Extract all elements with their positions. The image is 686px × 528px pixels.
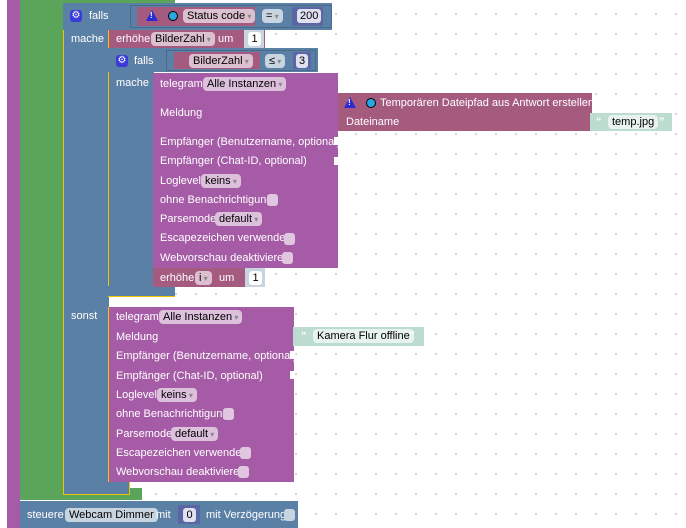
mache-label: mache [116, 77, 150, 89]
variable-dropdown[interactable]: BilderZahl [189, 54, 253, 68]
quote-close-icon: ” [409, 330, 415, 342]
mache-label: mache [71, 33, 105, 45]
silent-label: ohne Benachrichtigung [116, 408, 229, 420]
telegram-label: telegram [160, 78, 203, 90]
preview-checkbox[interactable] [238, 466, 249, 478]
instance-dropdown[interactable]: Alle Instanzen [203, 77, 287, 91]
parsemode-label: Parsemode [116, 428, 173, 440]
number-field[interactable]: 3 [296, 54, 308, 68]
preview-label: Webvorschau deaktivieren [116, 466, 246, 478]
escape-checkbox[interactable] [240, 447, 251, 459]
sonst-label: sonst [71, 310, 98, 322]
variable-dropdown[interactable]: i [195, 271, 212, 285]
outer-if-block[interactable] [63, 3, 109, 495]
gear-icon[interactable]: ⚙ [70, 10, 82, 22]
outer-block-left-bar [7, 0, 20, 528]
warning-icon [146, 10, 158, 21]
silent-checkbox[interactable] [267, 194, 278, 206]
increment-label: erhöhe [160, 272, 195, 284]
loop-block[interactable] [20, 0, 64, 500]
message-label: Meldung [160, 107, 203, 119]
operator-dropdown[interactable]: = [262, 9, 283, 23]
telegram-label: telegram [116, 311, 159, 323]
loglevel-dropdown[interactable]: keins [201, 174, 241, 188]
parsemode-label: Parsemode [160, 213, 217, 225]
input-connector [334, 157, 338, 165]
quote-open-icon: “ [301, 330, 307, 342]
loglevel-label: Loglevel [116, 389, 157, 401]
silent-label: ohne Benachrichtigung [160, 194, 273, 206]
quote-close-icon: ” [659, 116, 665, 128]
number-field[interactable]: 0 [183, 508, 196, 522]
filename-label: Dateiname [346, 116, 400, 128]
message-field[interactable]: Kamera Flur offline [313, 329, 414, 343]
loglevel-label: Loglevel [160, 175, 201, 187]
parsemode-dropdown[interactable]: default [215, 212, 263, 226]
number-field[interactable]: 200 [297, 9, 321, 23]
delay-checkbox[interactable] [284, 509, 295, 521]
number-field[interactable]: 1 [248, 32, 261, 46]
silent-checkbox[interactable] [223, 408, 234, 420]
globe-icon [168, 11, 178, 21]
variable-dropdown[interactable]: BilderZahl [151, 32, 215, 46]
recipient-chat-label: Empfänger (Chat-ID, optional) [116, 370, 263, 382]
globe-icon [366, 98, 376, 108]
gear-icon[interactable]: ⚙ [116, 55, 128, 67]
temp-path-title: Temporären Dateipfad aus Antwort erstell… [380, 97, 595, 109]
delay-label: mit Verzögerung [206, 509, 287, 521]
object-selector[interactable]: Webcam Dimmer [65, 508, 158, 522]
input-connector [334, 137, 338, 145]
instance-dropdown[interactable]: Alle Instanzen [159, 310, 243, 324]
increment-label: erhöhe [116, 33, 151, 45]
message-label: Meldung [116, 331, 159, 343]
falls-label: falls [134, 55, 154, 67]
falls-label: falls [89, 10, 109, 22]
escape-label: Escapezeichen verwenden [116, 447, 248, 459]
preview-label: Webvorschau deaktivieren [160, 252, 290, 264]
number-field[interactable]: 1 [249, 271, 262, 285]
control-label: steuere [27, 509, 64, 521]
recipient-chat-label: Empfänger (Chat-ID, optional) [160, 155, 307, 167]
escape-label: Escapezeichen verwenden [160, 232, 292, 244]
outer-if-footer [63, 482, 130, 495]
input-connector [290, 371, 294, 379]
quote-open-icon: “ [596, 116, 602, 128]
inner-if-footer [108, 286, 175, 297]
status-code-dropdown[interactable]: Status code [183, 9, 256, 23]
recipient-user-label: Empfänger (Benutzername, optional) [116, 350, 297, 362]
recipient-user-label: Empfänger (Benutzername, optional) [160, 136, 341, 148]
parsemode-dropdown[interactable]: default [171, 427, 219, 441]
escape-checkbox[interactable] [284, 233, 295, 245]
input-connector [290, 351, 294, 359]
warning-icon [344, 97, 356, 108]
um-label: um [219, 272, 235, 284]
preview-checkbox[interactable] [282, 252, 293, 264]
um-label: um [218, 33, 234, 45]
with-label: mit [156, 509, 171, 521]
filename-field[interactable]: temp.jpg [608, 115, 659, 129]
operator-dropdown[interactable]: ≤ [265, 54, 286, 68]
loglevel-dropdown[interactable]: keins [157, 388, 197, 402]
